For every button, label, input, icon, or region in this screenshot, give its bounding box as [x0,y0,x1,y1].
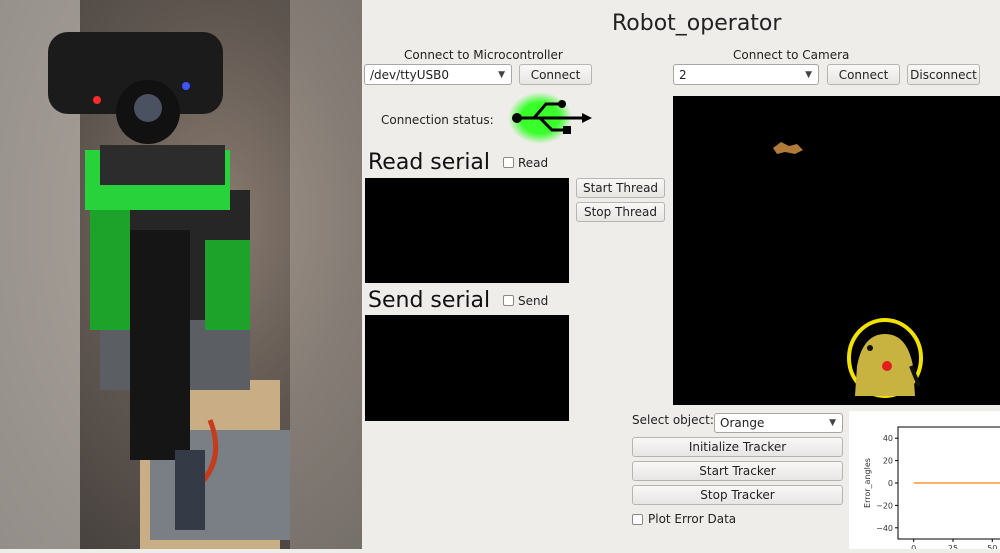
start-thread-button[interactable]: Start Thread [576,178,665,198]
read-checkbox-label: Read [518,156,549,170]
x-tick-label: 0 [911,544,916,549]
object-select[interactable]: Orange ▼ [714,413,843,433]
send-serial-input[interactable] [365,315,569,421]
camera-section-label: Connect to Camera [733,48,850,62]
camera-feed-image [773,142,923,398]
y-axis-label: Error_angles [863,458,872,508]
select-object-label: Select object: [632,413,714,427]
read-serial-heading: Read serial [368,150,491,175]
plot-error-label: Plot Error Data [648,512,737,526]
send-checkbox-label: Send [518,294,549,308]
y-tick-label: 20 [883,457,893,466]
camera-feed[interactable] [673,96,1000,405]
error-plot: Error_angles 40 20 0 −20 −40 0 25 50 [849,411,1000,553]
operator-panel: Robot_operator Connect to Microcontrolle… [362,0,1000,553]
stop-thread-button[interactable]: Stop Thread [576,202,665,222]
camera-connect-button[interactable]: Connect [827,64,900,85]
y-tick-label: −40 [876,524,893,533]
read-checkbox[interactable] [503,157,514,168]
chevron-down-icon: ▼ [829,418,836,428]
x-tick-label: 25 [948,544,958,549]
y-tick-label: −20 [876,501,893,510]
connection-status-label: Connection status: [381,113,494,127]
window-title: Robot_operator [612,11,782,36]
camera-index-select[interactable]: 2 ▼ [673,64,819,85]
object-value: Orange [720,416,765,430]
send-serial-heading: Send serial [368,288,491,313]
y-tick-label: 40 [883,434,893,443]
serial-port-select[interactable]: /dev/ttyUSB0 ▼ [364,64,512,85]
x-tick-label: 50 [987,544,997,549]
camera-index-value: 2 [679,67,687,82]
y-tick-label: 0 [888,479,893,488]
micro-connect-button[interactable]: Connect [519,64,592,85]
chevron-down-icon: ▼ [498,69,505,80]
chevron-down-icon: ▼ [805,69,812,80]
send-checkbox[interactable] [503,295,514,306]
micro-section-label: Connect to Microcontroller [404,48,563,62]
plot-error-checkbox[interactable] [632,514,643,525]
robot-photo [0,0,362,549]
camera-disconnect-button[interactable]: Disconnect [907,64,980,85]
error-plot-svg: Error_angles 40 20 0 −20 −40 0 25 50 [863,426,1000,553]
usb-icon [508,92,594,144]
start-tracker-button[interactable]: Start Tracker [632,461,843,481]
robot-photo-illustration [0,0,362,549]
serial-port-value: /dev/ttyUSB0 [370,67,449,82]
read-serial-output[interactable] [365,178,569,283]
stop-tracker-button[interactable]: Stop Tracker [632,485,843,505]
initialize-tracker-button[interactable]: Initialize Tracker [632,437,843,457]
